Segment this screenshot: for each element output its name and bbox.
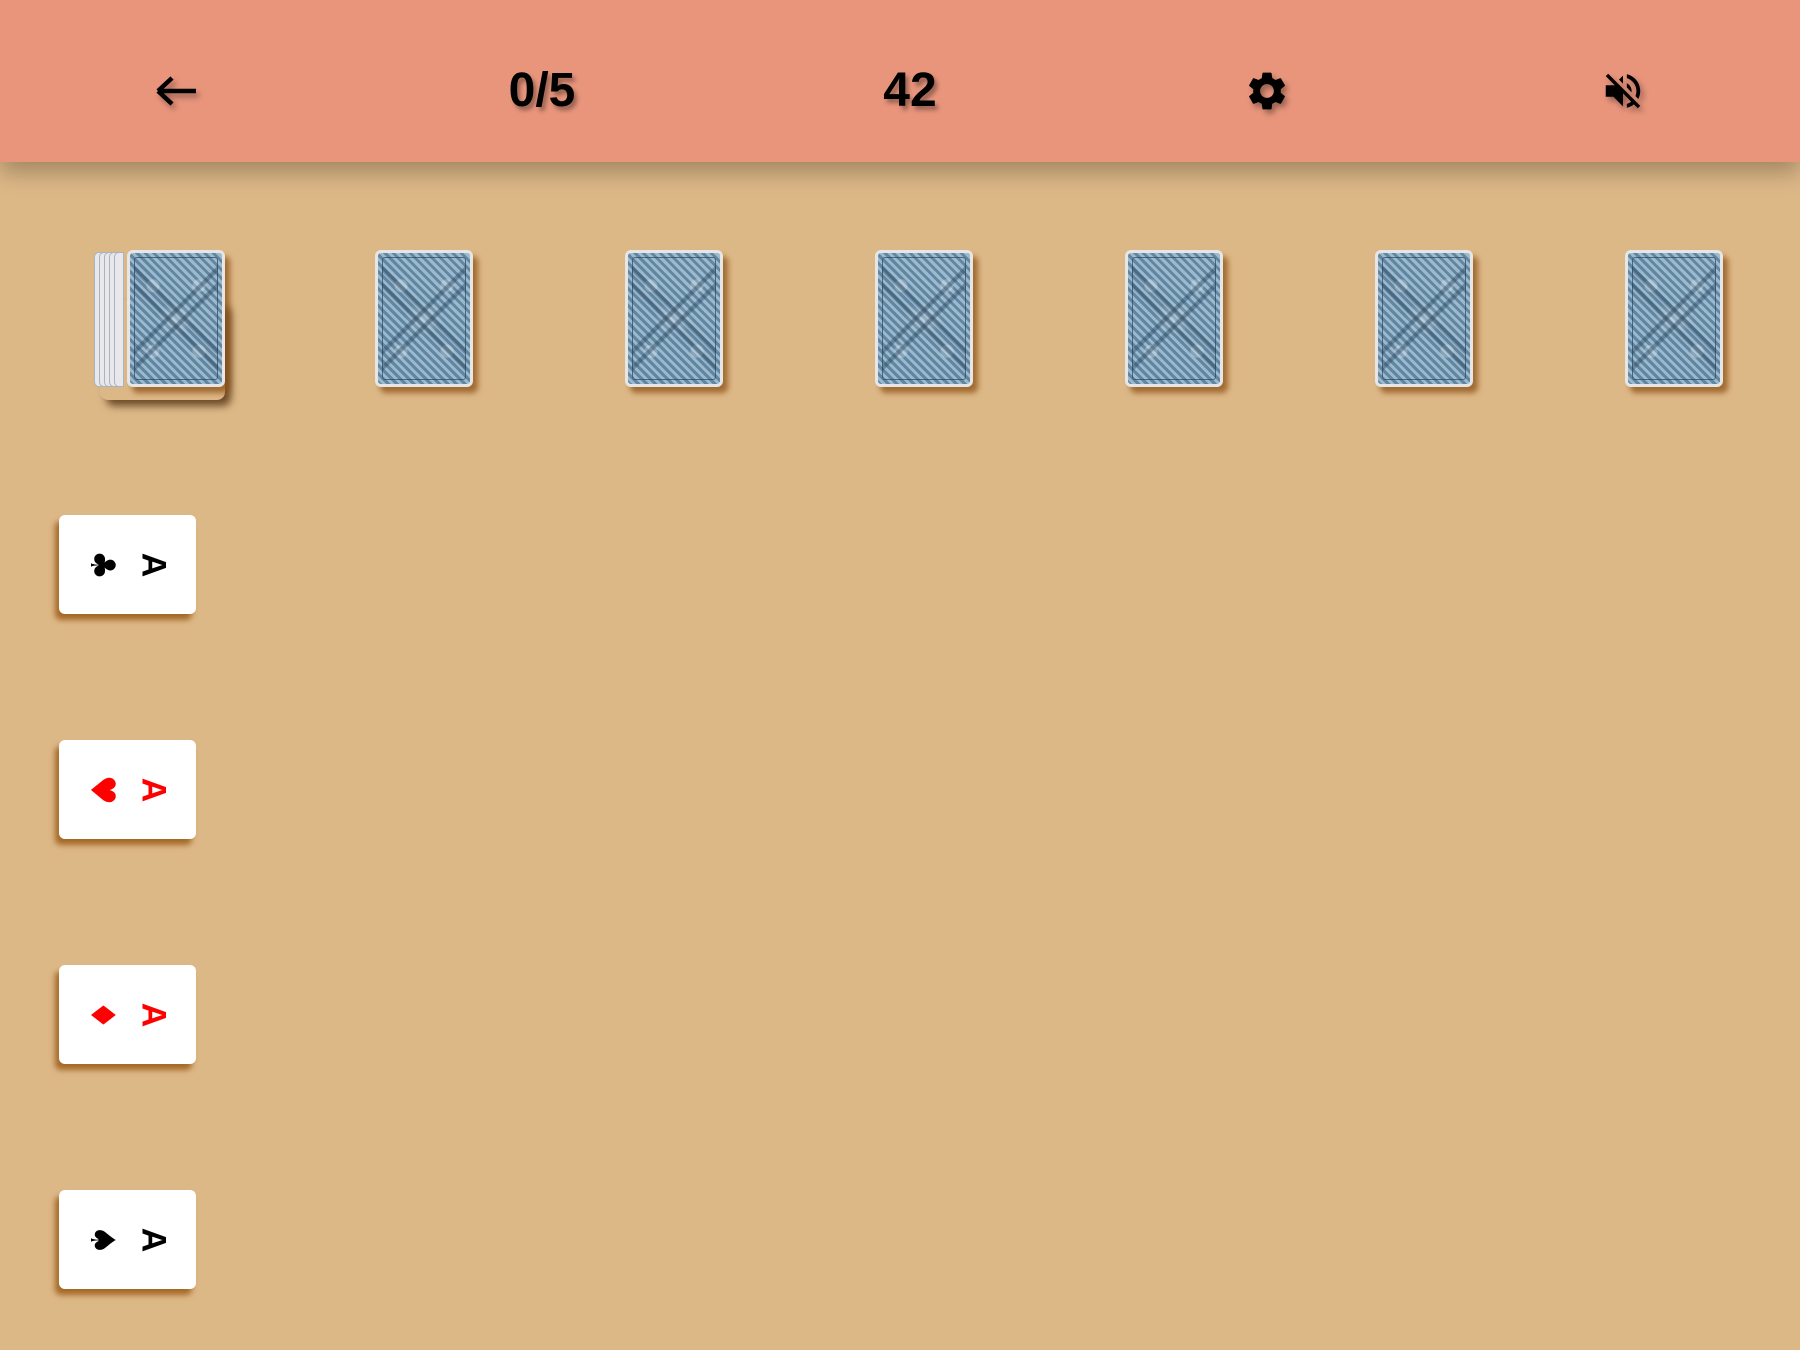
sound-toggle-button[interactable] [1600, 68, 1646, 114]
tableau-card-back[interactable] [1125, 250, 1223, 387]
spades-suit-icon: ♠ [82, 1224, 123, 1255]
foundation-ace-spades[interactable]: ♠ A [59, 1190, 196, 1289]
moves-progress: 0/5 [508, 64, 576, 117]
foundation-ace-clubs[interactable]: ♣ A [59, 515, 196, 614]
tableau-card-back[interactable] [875, 250, 973, 387]
tableau-card-back[interactable] [625, 250, 723, 387]
settings-button[interactable] [1244, 68, 1290, 114]
card-rank: A [134, 552, 173, 577]
volume-mute-icon [1600, 68, 1646, 114]
hearts-suit-icon: ♥ [82, 774, 123, 805]
foundation-ace-diamonds[interactable]: ♦ A [59, 965, 196, 1064]
card-rank: A [134, 777, 173, 802]
diamonds-suit-icon: ♦ [82, 999, 123, 1030]
tableau-card-back[interactable] [1625, 250, 1723, 387]
clubs-suit-icon: ♣ [82, 549, 123, 580]
card-rank: A [134, 1002, 173, 1027]
stock-pile[interactable] [127, 250, 225, 387]
gear-icon [1244, 68, 1290, 114]
score-display: 42 [883, 64, 937, 117]
tableau-card-back[interactable] [375, 250, 473, 387]
back-button[interactable] [155, 73, 199, 109]
stock-card-edge [114, 252, 124, 387]
tableau-card-back[interactable] [1375, 250, 1473, 387]
foundation-ace-hearts[interactable]: ♥ A [59, 740, 196, 839]
card-rank: A [134, 1227, 173, 1252]
game-table: 0/5 42 ♣ A ♥ A ♦ A ♠ A [0, 0, 1800, 1350]
top-bar: 0/5 42 [0, 0, 1800, 162]
arrow-left-icon [155, 73, 199, 109]
